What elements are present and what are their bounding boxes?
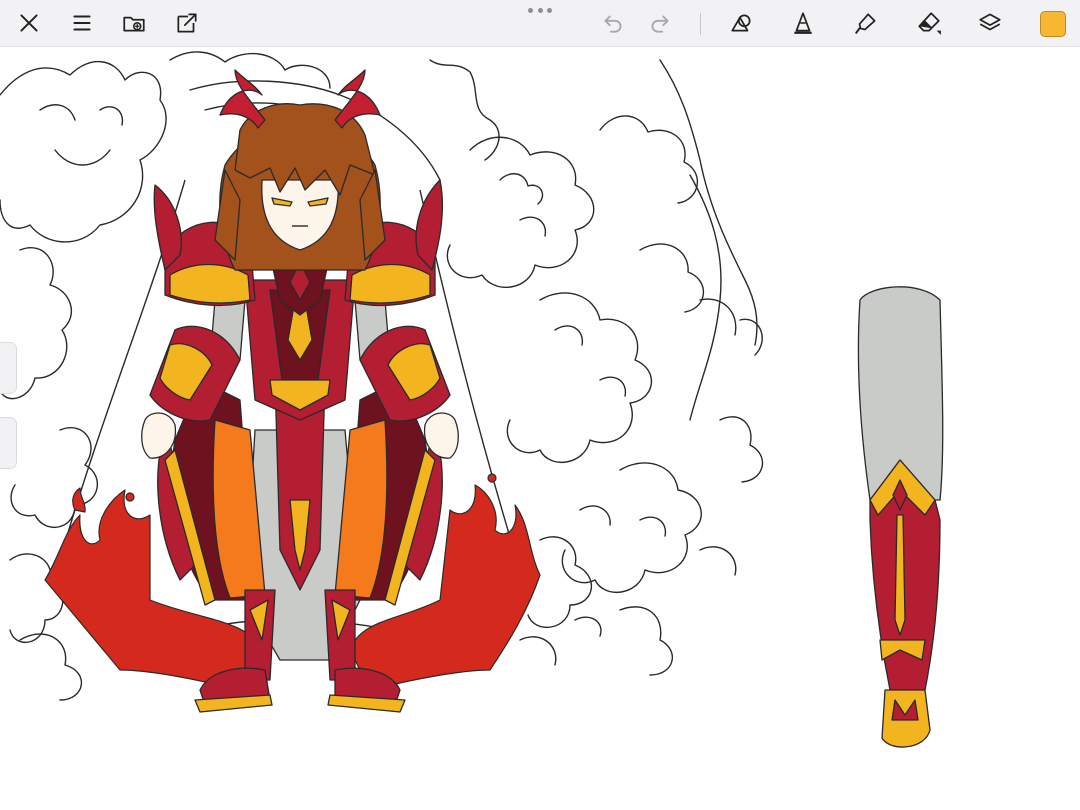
drawing-canvas[interactable] [0, 47, 1080, 810]
layers-icon [979, 13, 1001, 31]
leg-detail-sketch [857, 286, 944, 748]
gallery-icon [123, 16, 145, 32]
pen-icon [794, 12, 812, 34]
gallery-button[interactable] [119, 8, 149, 38]
brush-size-slider[interactable] [0, 342, 17, 394]
pen-button[interactable] [788, 8, 818, 38]
color-swatch[interactable] [1040, 11, 1066, 37]
export-icon [177, 13, 197, 33]
eraser-icon [918, 12, 941, 35]
lasso-icon [855, 13, 876, 34]
redo-icon [651, 15, 669, 33]
artwork [0, 51, 944, 748]
undo-icon [604, 15, 622, 33]
shapes-button[interactable] [726, 8, 756, 38]
opacity-slider[interactable] [0, 417, 17, 469]
redo-button[interactable] [645, 8, 675, 38]
eraser-button[interactable] [914, 8, 944, 38]
close-icon [20, 14, 38, 32]
close-button[interactable] [14, 8, 44, 38]
toolbar-divider [700, 13, 701, 35]
export-button[interactable] [172, 8, 202, 38]
top-toolbar [0, 0, 1080, 47]
menu-button[interactable] [67, 8, 97, 38]
menu-icon [73, 15, 91, 31]
toolbar-grabber[interactable] [528, 6, 552, 14]
lasso-button[interactable] [851, 8, 881, 38]
shapes-icon [731, 14, 751, 32]
layers-button[interactable] [975, 8, 1005, 38]
undo-button[interactable] [598, 8, 628, 38]
